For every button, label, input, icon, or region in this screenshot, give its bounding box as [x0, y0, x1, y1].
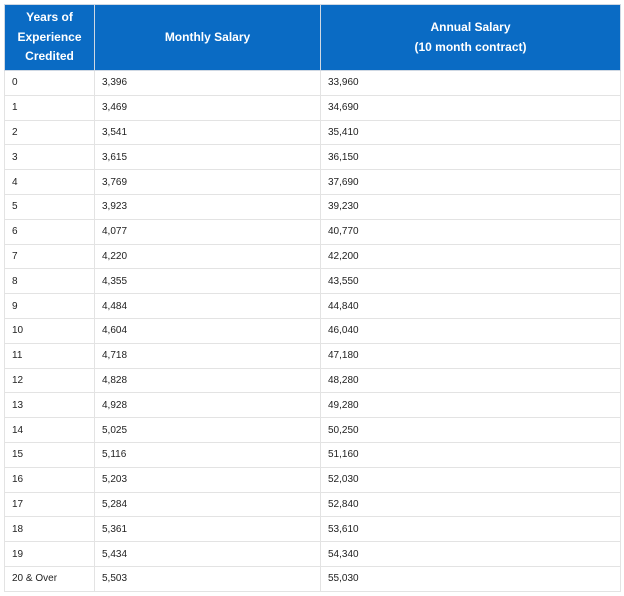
cell-annual-salary: 52,030	[320, 466, 621, 493]
cell-monthly-salary: 3,541	[94, 119, 321, 146]
table-row: 3 3,615 36,150	[4, 144, 621, 171]
table-row: 16 5,203 52,030	[4, 466, 621, 493]
cell-monthly-salary: 3,769	[94, 169, 321, 195]
cell-annual-salary: 44,840	[320, 293, 621, 319]
cell-years: 17	[4, 491, 95, 518]
cell-annual-salary: 46,040	[320, 317, 621, 344]
cell-years: 16	[4, 466, 95, 493]
cell-monthly-salary: 5,503	[94, 565, 321, 592]
table-row: 14 5,025 50,250	[4, 417, 621, 443]
cell-monthly-salary: 5,203	[94, 466, 321, 493]
cell-years: 5	[4, 193, 95, 220]
cell-monthly-salary: 4,484	[94, 293, 321, 319]
cell-years: 0	[4, 70, 95, 96]
cell-years: 8	[4, 268, 95, 295]
table-row: 8 4,355 43,550	[4, 268, 621, 295]
cell-monthly-salary: 3,469	[94, 94, 321, 121]
cell-years: 20 & Over	[4, 565, 95, 592]
cell-monthly-salary: 4,718	[94, 342, 321, 369]
cell-annual-salary: 54,340	[320, 541, 621, 567]
cell-annual-salary: 42,200	[320, 243, 621, 270]
table-row: 10 4,604 46,040	[4, 317, 621, 344]
cell-monthly-salary: 4,828	[94, 367, 321, 394]
table-row: 11 4,718 47,180	[4, 342, 621, 369]
table-row: 2 3,541 35,410	[4, 119, 621, 146]
cell-years: 10	[4, 317, 95, 344]
header-annual-line-2: (10 month contract)	[414, 39, 527, 54]
cell-years: 11	[4, 342, 95, 369]
table-row: 17 5,284 52,840	[4, 491, 621, 518]
header-monthly-salary: Monthly Salary	[94, 4, 321, 71]
table-row: 19 5,434 54,340	[4, 541, 621, 567]
cell-monthly-salary: 5,116	[94, 441, 321, 468]
cell-annual-salary: 49,280	[320, 392, 621, 419]
table-row: 12 4,828 48,280	[4, 367, 621, 394]
cell-annual-salary: 47,180	[320, 342, 621, 369]
table-row: 20 & Over 5,503 55,030	[4, 565, 621, 592]
cell-years: 15	[4, 441, 95, 468]
header-years-experience: Years of Experience Credited	[4, 4, 95, 71]
cell-years: 9	[4, 293, 95, 319]
table-row: 5 3,923 39,230	[4, 193, 621, 220]
cell-monthly-salary: 5,025	[94, 417, 321, 443]
cell-years: 19	[4, 541, 95, 567]
cell-monthly-salary: 4,355	[94, 268, 321, 295]
cell-years: 12	[4, 367, 95, 394]
table-row: 0 3,396 33,960	[4, 70, 621, 96]
cell-annual-salary: 55,030	[320, 565, 621, 592]
header-years-line-3: Credited	[25, 49, 74, 64]
table-row: 4 3,769 37,690	[4, 169, 621, 195]
cell-monthly-salary: 4,220	[94, 243, 321, 270]
header-annual-salary: Annual Salary (10 month contract)	[320, 4, 621, 71]
cell-monthly-salary: 3,396	[94, 70, 321, 96]
cell-monthly-salary: 5,284	[94, 491, 321, 518]
cell-years: 4	[4, 169, 95, 195]
salary-table-container: Years of Experience Credited Monthly Sal…	[4, 4, 621, 592]
cell-monthly-salary: 5,361	[94, 516, 321, 543]
header-years-line-2: Experience	[17, 29, 82, 44]
table-row: 7 4,220 42,200	[4, 243, 621, 270]
header-years-line-1: Years of	[26, 10, 73, 25]
table-row: 6 4,077 40,770	[4, 218, 621, 245]
cell-annual-salary: 51,160	[320, 441, 621, 468]
cell-years: 6	[4, 218, 95, 245]
cell-monthly-salary: 4,604	[94, 317, 321, 344]
cell-annual-salary: 34,690	[320, 94, 621, 121]
cell-annual-salary: 33,960	[320, 70, 621, 96]
cell-years: 14	[4, 417, 95, 443]
table-header: Years of Experience Credited Monthly Sal…	[4, 4, 621, 71]
table-body: 0 3,396 33,960 1 3,469 34,690 2 3,541 35,410 3 3,6…	[4, 70, 621, 592]
salary-table: Years of Experience Credited Monthly Sal…	[4, 4, 621, 592]
header-row: Years of Experience Credited Monthly Sal…	[4, 4, 621, 71]
cell-annual-salary: 40,770	[320, 218, 621, 245]
cell-years: 3	[4, 144, 95, 171]
cell-annual-salary: 53,610	[320, 516, 621, 543]
cell-years: 18	[4, 516, 95, 543]
cell-annual-salary: 43,550	[320, 268, 621, 295]
cell-monthly-salary: 5,434	[94, 541, 321, 567]
cell-years: 13	[4, 392, 95, 419]
cell-monthly-salary: 3,615	[94, 144, 321, 171]
cell-annual-salary: 52,840	[320, 491, 621, 518]
table-row: 13 4,928 49,280	[4, 392, 621, 419]
cell-annual-salary: 39,230	[320, 193, 621, 220]
table-row: 18 5,361 53,610	[4, 516, 621, 543]
cell-monthly-salary: 3,923	[94, 193, 321, 220]
cell-annual-salary: 37,690	[320, 169, 621, 195]
cell-monthly-salary: 4,077	[94, 218, 321, 245]
cell-years: 2	[4, 119, 95, 146]
cell-annual-salary: 48,280	[320, 367, 621, 394]
table-row: 15 5,116 51,160	[4, 441, 621, 468]
header-annual-line-1: Annual Salary	[430, 20, 511, 34]
cell-years: 7	[4, 243, 95, 270]
table-row: 1 3,469 34,690	[4, 94, 621, 121]
cell-annual-salary: 35,410	[320, 119, 621, 146]
cell-years: 1	[4, 94, 95, 121]
cell-annual-salary: 36,150	[320, 144, 621, 171]
cell-monthly-salary: 4,928	[94, 392, 321, 419]
table-row: 9 4,484 44,840	[4, 293, 621, 319]
cell-annual-salary: 50,250	[320, 417, 621, 443]
